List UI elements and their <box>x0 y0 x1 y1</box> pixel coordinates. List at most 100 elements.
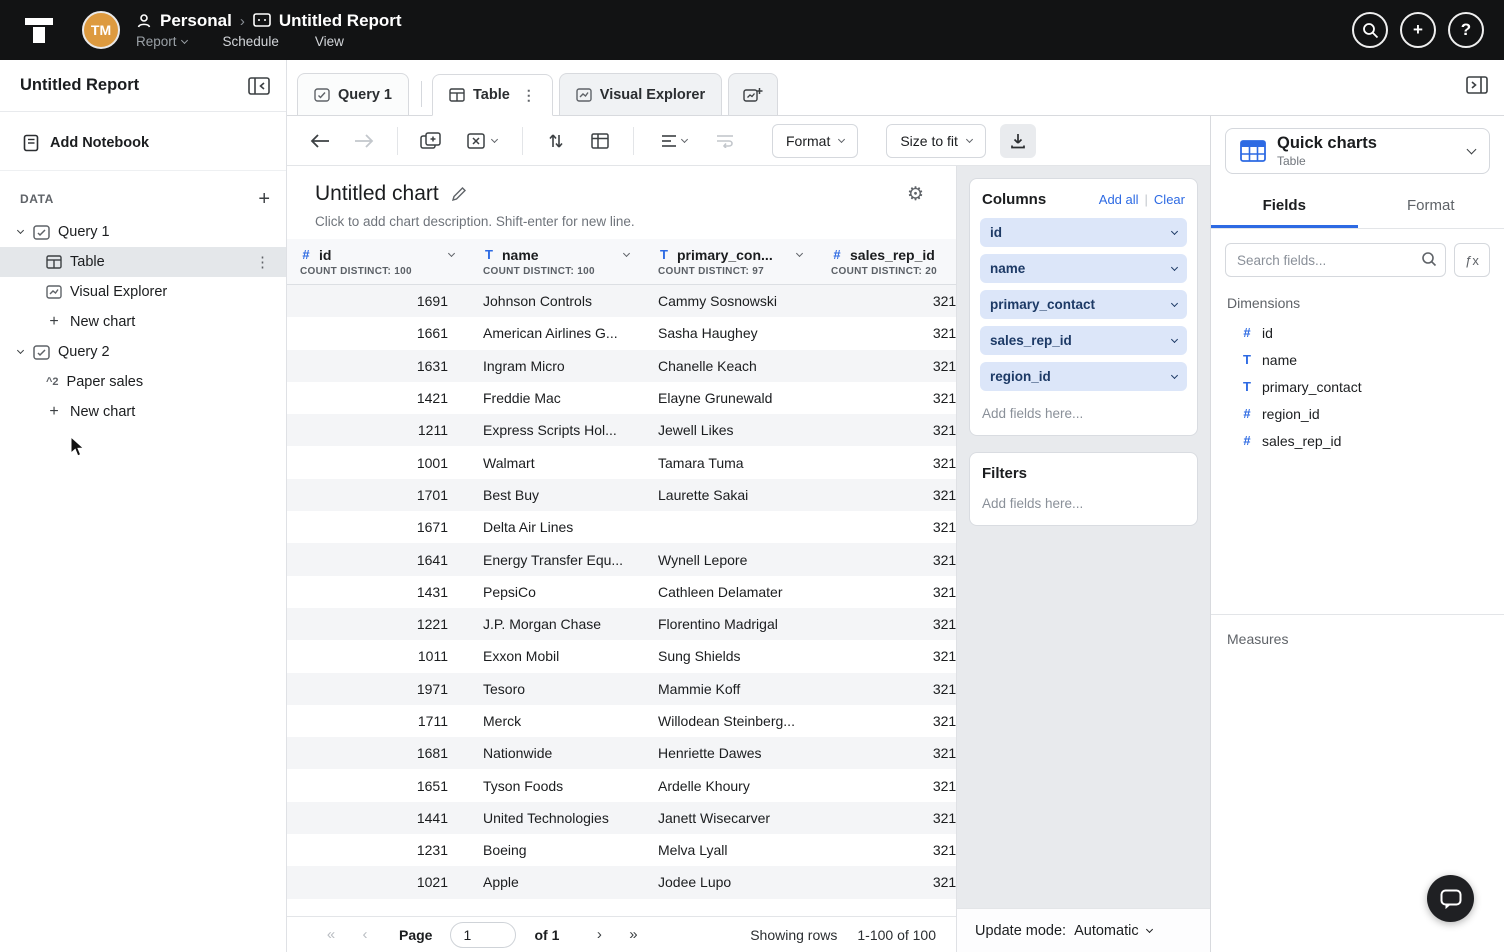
add-formula-button[interactable]: ƒx <box>1454 243 1490 277</box>
collapse-sidebar-button[interactable] <box>248 77 270 95</box>
add-notebook-button[interactable]: Add Notebook <box>0 112 286 171</box>
help-button[interactable]: ? <box>1448 12 1484 48</box>
column-header-id[interactable]: # id COUNT DISTINCT: 100 <box>287 239 470 284</box>
column-header-name[interactable]: T name COUNT DISTINCT: 100 <box>470 239 645 284</box>
table-row[interactable]: 1661 American Airlines G... Sasha Haughe… <box>287 317 956 349</box>
redo-button[interactable] <box>349 126 379 156</box>
chevron-down-icon[interactable] <box>796 249 803 256</box>
chart-description-placeholder[interactable]: Click to add chart description. Shift-en… <box>315 214 928 229</box>
pivot-table-button[interactable] <box>585 126 615 156</box>
collapse-right-panel-button[interactable] <box>1466 76 1488 99</box>
add-data-button[interactable]: + <box>258 189 270 209</box>
table-row[interactable]: 1441 United Technologies Janett Wisecarv… <box>287 802 956 834</box>
table-row[interactable]: 1631 Ingram Micro Chanelle Keach 3215 <box>287 350 956 382</box>
dimension-field[interactable]: T name <box>1211 346 1504 373</box>
table-row[interactable]: 1651 Tyson Foods Ardelle Khoury 3215 <box>287 769 956 801</box>
text-wrap-button[interactable] <box>710 126 740 156</box>
chevron-down-icon[interactable] <box>448 249 455 256</box>
table-row[interactable]: 1641 Energy Transfer Equ... Wynell Lepor… <box>287 543 956 575</box>
sidebar-item-paper-sales[interactable]: ^2 Paper sales <box>0 367 286 397</box>
chart-settings-button[interactable]: ⚙ <box>907 183 924 206</box>
quick-charts-selector[interactable]: Quick charts Table <box>1225 128 1490 174</box>
chart-title[interactable]: Untitled chart <box>315 182 439 206</box>
field-pill[interactable]: region_id <box>980 362 1187 391</box>
table-row[interactable]: 1421 Freddie Mac Elayne Grunewald 3215 <box>287 382 956 414</box>
first-page-button[interactable]: « <box>323 926 339 943</box>
sort-button[interactable] <box>541 126 571 156</box>
download-button[interactable] <box>1000 124 1036 158</box>
menu-schedule[interactable]: Schedule <box>223 34 279 49</box>
sidebar-item-visual-explorer[interactable]: Visual Explorer <box>0 277 286 307</box>
tab-query1[interactable]: Query 1 <box>297 73 409 115</box>
table-row[interactable]: 1671 Delta Air Lines 3215 <box>287 511 956 543</box>
table-row[interactable]: 1971 Tesoro Mammie Koff 3215 <box>287 673 956 705</box>
delete-chart-button[interactable] <box>460 126 504 156</box>
last-page-button[interactable]: » <box>625 926 641 943</box>
app-logo[interactable] <box>22 13 56 47</box>
workspace-name[interactable]: Personal <box>160 11 232 31</box>
previous-page-button[interactable]: ‹ <box>357 926 373 943</box>
next-page-button[interactable]: › <box>591 926 607 943</box>
sidebar-item-query2[interactable]: Query 2 <box>0 337 286 367</box>
size-to-fit-button[interactable]: Size to fit <box>886 124 986 158</box>
tab-menu-icon[interactable]: ⋮ <box>522 87 536 104</box>
new-chart-tab-button[interactable] <box>728 73 778 115</box>
page-number-input[interactable] <box>450 922 516 948</box>
field-pill[interactable]: id <box>980 218 1187 247</box>
table-row[interactable]: 1431 PepsiCo Cathleen Delamater 3215 <box>287 576 956 608</box>
chevron-down-icon[interactable] <box>1171 299 1178 306</box>
sidebar-item-new-chart-1[interactable]: + New chart <box>0 307 286 337</box>
sidebar-item-query1[interactable]: Query 1 <box>0 217 286 247</box>
chevron-down-icon[interactable] <box>1171 371 1178 378</box>
tab-visual-explorer[interactable]: Visual Explorer <box>559 73 722 115</box>
sidebar-item-new-chart-2[interactable]: + New chart <box>0 397 286 427</box>
field-pill[interactable]: name <box>980 254 1187 283</box>
add-fields-placeholder[interactable]: Add fields here... <box>980 398 1187 425</box>
table-row[interactable]: 1691 Johnson Controls Cammy Sosnowski 32… <box>287 285 956 317</box>
add-button[interactable]: + <box>1400 12 1436 48</box>
dimension-field[interactable]: T primary_contact <box>1211 373 1504 400</box>
field-pill[interactable]: primary_contact <box>980 290 1187 319</box>
add-all-link[interactable]: Add all <box>1099 192 1139 207</box>
table-row[interactable]: 1021 Apple Jodee Lupo 3215 <box>287 866 956 898</box>
help-chat-button[interactable] <box>1427 875 1474 922</box>
dimension-field[interactable]: # region_id <box>1211 400 1504 427</box>
tab-table[interactable]: Table ⋮ <box>432 74 553 116</box>
search-fields-input[interactable] <box>1225 243 1446 277</box>
avatar[interactable]: TM <box>82 11 120 49</box>
table-row[interactable]: 1701 Best Buy Laurette Sakai 3215 <box>287 479 956 511</box>
clear-link[interactable]: Clear <box>1154 192 1185 207</box>
table-row[interactable]: 1711 Merck Willodean Steinberg... 3215 <box>287 705 956 737</box>
table-row[interactable]: 1231 Boeing Melva Lyall 3215 <box>287 834 956 866</box>
item-menu-icon[interactable]: ⋮ <box>255 253 270 271</box>
tab-fields[interactable]: Fields <box>1211 184 1358 228</box>
table-row[interactable]: 1211 Express Scripts Hol... Jewell Likes… <box>287 414 956 446</box>
dimension-field[interactable]: # id <box>1211 319 1504 346</box>
menu-report[interactable]: Report <box>136 34 187 49</box>
undo-button[interactable] <box>305 126 335 156</box>
edit-pencil-icon[interactable] <box>451 186 467 202</box>
menu-view[interactable]: View <box>315 34 344 49</box>
alignment-button[interactable] <box>652 126 696 156</box>
tab-format[interactable]: Format <box>1358 184 1504 228</box>
dimension-field[interactable]: # sales_rep_id <box>1211 427 1504 454</box>
table-row[interactable]: 1001 Walmart Tamara Tuma 3215 <box>287 446 956 478</box>
duplicate-chart-button[interactable] <box>416 126 446 156</box>
column-header-sales-rep-id[interactable]: # sales_rep_id COUNT DISTINCT: 20 <box>818 239 956 284</box>
format-button[interactable]: Format <box>772 124 858 158</box>
chevron-down-icon[interactable] <box>1171 263 1178 270</box>
update-mode-select[interactable]: Automatic <box>1074 923 1151 939</box>
table-row[interactable]: 1221 J.P. Morgan Chase Florentino Madrig… <box>287 608 956 640</box>
column-header-primary-contact[interactable]: T primary_con... COUNT DISTINCT: 97 <box>645 239 818 284</box>
sidebar-item-table[interactable]: Table ⋮ <box>0 247 286 277</box>
table-row[interactable]: 1011 Exxon Mobil Sung Shields 3215 <box>287 640 956 672</box>
chevron-down-icon[interactable] <box>623 249 630 256</box>
query-icon <box>314 88 330 102</box>
add-filters-placeholder[interactable]: Add fields here... <box>980 488 1187 515</box>
cell-name: Best Buy <box>470 487 645 503</box>
table-row[interactable]: 1681 Nationwide Henriette Dawes 3215 <box>287 737 956 769</box>
chevron-down-icon[interactable] <box>1171 335 1178 342</box>
search-button[interactable] <box>1352 12 1388 48</box>
field-pill[interactable]: sales_rep_id <box>980 326 1187 355</box>
chevron-down-icon[interactable] <box>1171 227 1178 234</box>
